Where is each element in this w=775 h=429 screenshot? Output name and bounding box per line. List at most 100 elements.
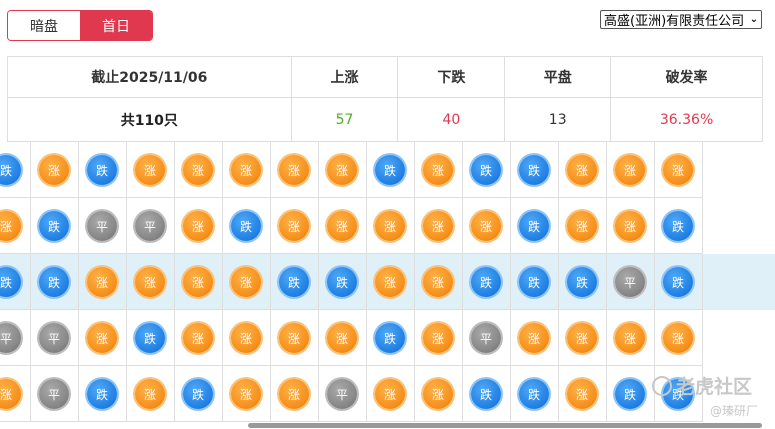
grid-cell[interactable]: 跌	[511, 254, 559, 310]
grid-cell[interactable]: 平	[79, 198, 127, 254]
coin-up-icon: 涨	[279, 323, 309, 353]
coin-up-icon: 涨	[567, 155, 597, 185]
grid-cell[interactable]: 涨	[319, 310, 367, 366]
grid-cell[interactable]: 跌	[559, 254, 607, 310]
coin-up-icon: 涨	[327, 323, 357, 353]
grid-cell[interactable]: 涨	[511, 310, 559, 366]
grid-cell[interactable]: 涨	[271, 142, 319, 198]
grid-cell[interactable]: 涨	[655, 142, 703, 198]
grid-cell[interactable]: 跌	[655, 198, 703, 254]
coin-up-icon: 涨	[231, 155, 261, 185]
coin-down-icon: 跌	[87, 379, 117, 409]
grid-cell[interactable]: 涨	[559, 366, 607, 422]
grid-cell[interactable]: 涨	[175, 142, 223, 198]
grid-cell[interactable]: 涨	[367, 198, 415, 254]
grid-row[interactable]: 涨跌平平涨跌涨涨涨涨涨跌涨涨跌	[0, 198, 775, 254]
grid-cell[interactable]: 跌	[607, 366, 655, 422]
grid-cell[interactable]: 涨	[415, 142, 463, 198]
grid-cell[interactable]: 涨	[367, 254, 415, 310]
grid-cell[interactable]: 跌	[511, 142, 559, 198]
grid-cell[interactable]: 跌	[367, 310, 415, 366]
grid-cell[interactable]: 跌	[463, 366, 511, 422]
grid-cell[interactable]: 涨	[607, 310, 655, 366]
grid-cell[interactable]: 涨	[559, 310, 607, 366]
grid-cell[interactable]: 涨	[415, 310, 463, 366]
coin-down-icon: 跌	[39, 267, 69, 297]
grid-cell[interactable]: 涨	[319, 142, 367, 198]
grid-cell[interactable]: 涨	[127, 366, 175, 422]
grid-row[interactable]: 跌跌涨涨涨涨跌跌涨涨跌跌跌平跌	[0, 254, 775, 310]
grid-cell[interactable]: 涨	[223, 142, 271, 198]
header-up: 上涨	[290, 56, 399, 98]
grid-cell[interactable]: 涨	[127, 254, 175, 310]
grid-cell[interactable]: 涨	[367, 366, 415, 422]
grid-cell[interactable]: 平	[127, 198, 175, 254]
grid-cell[interactable]: 跌	[31, 198, 79, 254]
coin-up-icon: 涨	[135, 379, 165, 409]
tab-grey-market[interactable]: 暗盘	[8, 11, 80, 40]
grid-cell[interactable]: 平	[607, 254, 655, 310]
grid-cell[interactable]: 涨	[607, 198, 655, 254]
grid-cell[interactable]: 跌	[463, 142, 511, 198]
grid-cell[interactable]: 涨	[79, 310, 127, 366]
grid-cell[interactable]: 跌	[511, 198, 559, 254]
grid-cell[interactable]: 涨	[415, 198, 463, 254]
grid-cell[interactable]: 涨	[223, 366, 271, 422]
grid-cell[interactable]: 涨	[271, 198, 319, 254]
grid-cell[interactable]: 涨	[463, 198, 511, 254]
grid-cell[interactable]: 涨	[559, 198, 607, 254]
grid-cell[interactable]: 跌	[655, 254, 703, 310]
grid-cell[interactable]: 跌	[223, 198, 271, 254]
coin-up-icon: 涨	[423, 323, 453, 353]
grid-cell[interactable]: 涨	[559, 142, 607, 198]
grid-cell[interactable]: 涨	[0, 366, 31, 422]
grid-cell[interactable]: 平	[319, 366, 367, 422]
grid-cell[interactable]: 涨	[655, 310, 703, 366]
grid-cell[interactable]: 跌	[271, 254, 319, 310]
grid-cell[interactable]: 跌	[511, 366, 559, 422]
coin-up-icon: 涨	[567, 323, 597, 353]
grid-cell[interactable]: 涨	[127, 142, 175, 198]
grid-cell[interactable]: 涨	[223, 254, 271, 310]
grid-cell[interactable]: 跌	[127, 310, 175, 366]
grid-cell[interactable]: 跌	[79, 142, 127, 198]
grid-cell[interactable]: 涨	[415, 366, 463, 422]
grid-cell[interactable]: 平	[463, 310, 511, 366]
grid-cell[interactable]: 平	[0, 310, 31, 366]
grid-cell[interactable]: 跌	[367, 142, 415, 198]
coin-up-icon: 涨	[663, 323, 693, 353]
grid-cell[interactable]: 平	[31, 310, 79, 366]
grid-cell[interactable]: 涨	[607, 142, 655, 198]
watermark: 老虎社区 @瑧研厂	[652, 372, 766, 420]
grid-cell[interactable]: 跌	[79, 366, 127, 422]
grid-cell[interactable]: 涨	[271, 366, 319, 422]
grid-cell[interactable]: 涨	[0, 198, 31, 254]
coin-up-icon: 涨	[423, 379, 453, 409]
grid-cell[interactable]: 涨	[223, 310, 271, 366]
grid-cell[interactable]: 跌	[31, 254, 79, 310]
broker-select[interactable]: 高盛(亚洲)有限责任公司 ⌄	[600, 10, 762, 29]
grid-cell[interactable]: 涨	[319, 198, 367, 254]
grid-row[interactable]: 平平涨跌涨涨涨涨跌涨平涨涨涨涨	[0, 310, 775, 366]
grid-cell[interactable]: 涨	[175, 310, 223, 366]
grid-cell[interactable]: 跌	[319, 254, 367, 310]
horizontal-scrollbar[interactable]	[248, 423, 762, 428]
grid-cell[interactable]: 涨	[175, 254, 223, 310]
grid-cell[interactable]: 涨	[79, 254, 127, 310]
grid-cell[interactable]: 跌	[0, 142, 31, 198]
grid-cell[interactable]: 跌	[0, 254, 31, 310]
coin-up-icon: 涨	[0, 379, 21, 409]
grid-cell[interactable]: 跌	[175, 366, 223, 422]
coin-down-icon: 跌	[615, 379, 645, 409]
grid-cell[interactable]: 涨	[31, 142, 79, 198]
grid-cell[interactable]: 涨	[415, 254, 463, 310]
grid-cell[interactable]: 涨	[271, 310, 319, 366]
header-date: 截止2025/11/06	[7, 56, 292, 98]
coin-up-icon: 涨	[615, 211, 645, 241]
grid-cell[interactable]: 涨	[175, 198, 223, 254]
grid-row[interactable]: 跌涨跌涨涨涨涨涨跌涨跌跌涨涨涨	[0, 142, 775, 198]
grid-cell[interactable]: 跌	[463, 254, 511, 310]
grid-cell[interactable]: 平	[31, 366, 79, 422]
tab-first-day[interactable]: 首日	[80, 11, 152, 40]
coin-up-icon: 涨	[183, 323, 213, 353]
